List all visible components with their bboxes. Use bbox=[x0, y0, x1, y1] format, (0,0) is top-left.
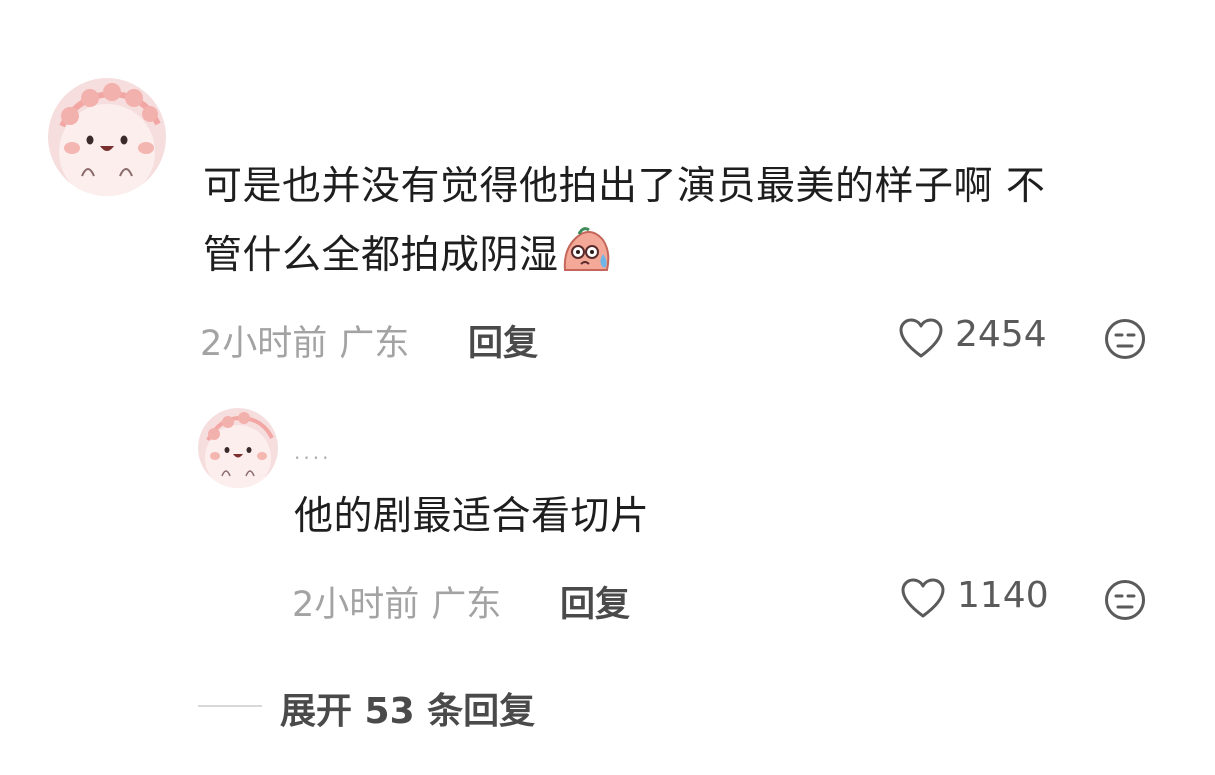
reply-location: 广东 bbox=[431, 585, 502, 625]
like-count: 1140 bbox=[957, 575, 1049, 616]
comment-text-line-2-wrap: 管什么全都拍成阴湿 bbox=[203, 221, 1183, 290]
heart-outline-icon[interactable] bbox=[898, 318, 944, 360]
unamused-face-icon[interactable] bbox=[1104, 318, 1146, 360]
comment-meta: 2小时前 广东 bbox=[200, 315, 409, 366]
like-count: 2454 bbox=[955, 314, 1047, 355]
heart-outline-icon[interactable] bbox=[900, 578, 946, 620]
expand-divider bbox=[198, 705, 262, 707]
reply-button[interactable]: 回复 bbox=[560, 576, 630, 627]
unamused-face-icon[interactable] bbox=[1104, 579, 1146, 621]
reply-meta: 2小时前 广东 bbox=[292, 576, 501, 627]
comment-avatar[interactable] bbox=[48, 78, 166, 196]
reply-username[interactable]: .... bbox=[294, 440, 331, 464]
reply-time: 2小时前 bbox=[292, 585, 420, 625]
sweat-nervous-emoji-icon bbox=[563, 227, 609, 271]
reply-text: 他的剧最适合看切片 bbox=[294, 494, 650, 539]
comment-text-line-1: 可是也并没有觉得他拍出了演员最美的样子啊 不 bbox=[203, 164, 1046, 209]
comment-text: 可是也并没有觉得他拍出了演员最美的样子啊 不 管什么全都拍成阴湿 bbox=[203, 152, 1183, 290]
pink-cartoon-avatar-icon bbox=[48, 78, 166, 196]
comment-time: 2小时前 bbox=[200, 324, 328, 364]
reply-avatar[interactable] bbox=[198, 408, 278, 488]
expand-replies-label[interactable]: 展开 53 条回复 bbox=[280, 682, 535, 734]
pink-cartoon-avatar-icon bbox=[198, 408, 278, 488]
reply-button[interactable]: 回复 bbox=[468, 315, 538, 366]
comment-location: 广东 bbox=[339, 324, 410, 364]
comment-text-line-2: 管什么全都拍成阴湿 bbox=[203, 233, 559, 278]
